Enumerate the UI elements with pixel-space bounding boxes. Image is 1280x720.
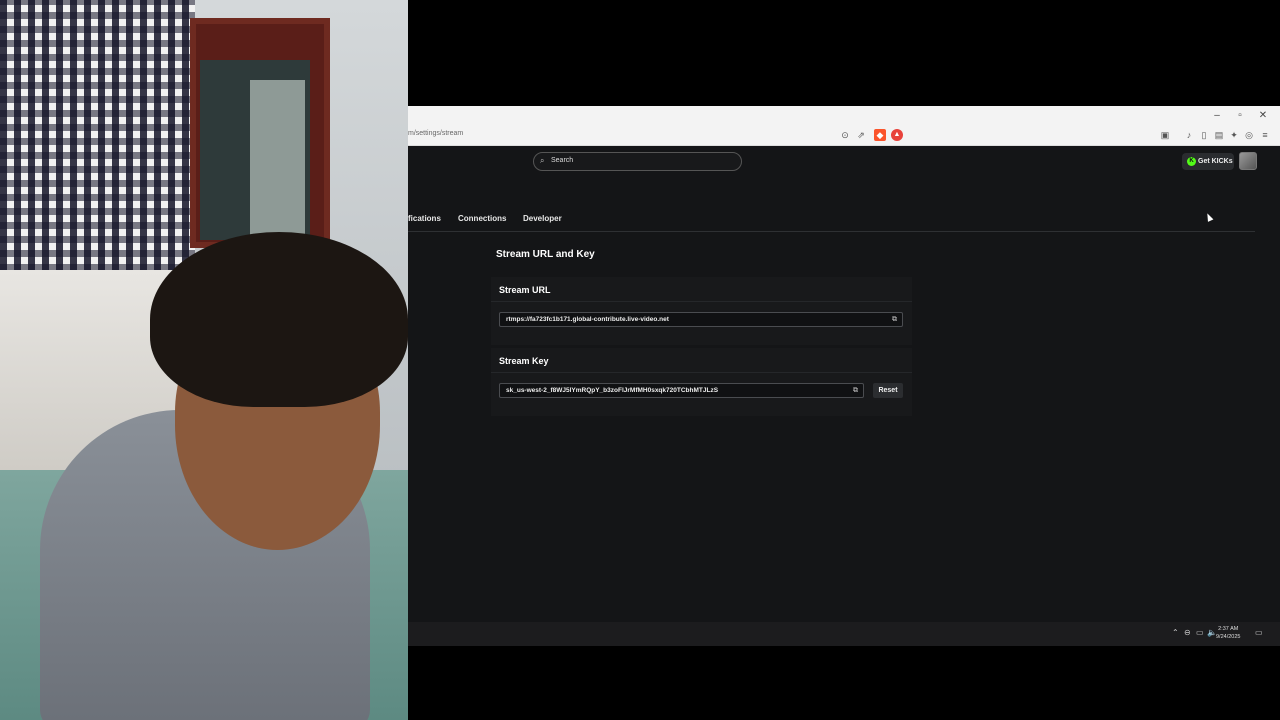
stream-key-value[interactable]: sk_us-west-2_f8WJ5lYmRQpY_b3zoFlJrMfMH0s…: [506, 387, 718, 394]
vpn-icon[interactable]: ◎: [1243, 129, 1255, 141]
minimize-button[interactable]: –: [1206, 106, 1228, 126]
tab-connections[interactable]: Connections: [458, 214, 506, 223]
webcam-window-pane: [250, 80, 305, 235]
notification-icon[interactable]: ▭: [1255, 628, 1263, 637]
settings-tabs: fications Connections Developer: [408, 211, 1255, 232]
music-icon[interactable]: ♪: [1183, 129, 1195, 141]
search-placeholder: Search: [551, 157, 574, 164]
kick-coin-icon: K: [1187, 157, 1196, 166]
webcam-curtain: [0, 0, 195, 285]
search-input[interactable]: ⌕ Search: [533, 152, 742, 171]
extension-icon[interactable]: ▣: [1159, 129, 1171, 141]
get-kicks-button[interactable]: K Get KICKs: [1182, 153, 1234, 170]
stream-key-header: Stream Key: [491, 348, 912, 373]
avatar[interactable]: [1239, 152, 1257, 170]
webcam-person-hair: [150, 232, 408, 407]
copy-icon[interactable]: ⧉: [853, 387, 858, 395]
clock-time: 2:37 AM: [1218, 626, 1239, 632]
url-text[interactable]: m/settings/stream: [408, 130, 463, 137]
restore-button[interactable]: ▫: [1229, 106, 1251, 126]
settings-page: ⌕ Search K Get KICKs fications Connectio…: [408, 146, 1280, 622]
stream-url-value[interactable]: rtmps://fa723fc1b171.global-contribute.l…: [506, 316, 669, 323]
display-icon[interactable]: ▭: [1196, 628, 1204, 637]
stream-key-heading: Stream Key: [499, 356, 549, 366]
webcam-overlay: [0, 0, 408, 720]
copy-icon[interactable]: ⧉: [892, 316, 897, 324]
rewards-icon[interactable]: ▲: [891, 129, 903, 141]
ai-icon[interactable]: ✦: [1228, 129, 1240, 141]
tab-developer[interactable]: Developer: [523, 214, 562, 223]
get-kicks-label: Get KICKs: [1198, 158, 1233, 165]
clock[interactable]: 2:37 AM 9/24/2025: [1216, 625, 1240, 641]
menu-icon[interactable]: ≡: [1259, 129, 1271, 141]
chevron-up-icon[interactable]: ⌃: [1172, 628, 1179, 637]
share-icon[interactable]: ⇗: [855, 129, 867, 141]
stream-url-header: Stream URL: [491, 277, 912, 302]
browser-titlebar: – ▫ ✕: [408, 106, 1280, 126]
sidebar-icon[interactable]: ▯: [1198, 129, 1210, 141]
close-button[interactable]: ✕: [1252, 106, 1274, 126]
wallet-icon[interactable]: ▤: [1213, 129, 1225, 141]
reset-button[interactable]: Reset: [873, 383, 903, 398]
stream-url-field[interactable]: rtmps://fa723fc1b171.global-contribute.l…: [499, 312, 903, 327]
brave-shield-icon[interactable]: ◆: [874, 129, 886, 141]
incognito-icon[interactable]: ⊙: [839, 129, 851, 141]
stream-key-field[interactable]: sk_us-west-2_f8WJ5lYmRQpY_b3zoFlJrMfMH0s…: [499, 383, 864, 398]
tab-notifications[interactable]: fications: [408, 214, 441, 223]
stream-url-heading: Stream URL: [499, 285, 551, 295]
network-status-icon[interactable]: ⊖: [1184, 628, 1191, 637]
page-title: Stream URL and Key: [496, 249, 595, 260]
clock-date: 9/24/2025: [1216, 634, 1241, 640]
address-bar[interactable]: m/settings/stream ⊙ ⇗ ◆ ▲ ▣ ♪ ▯ ▤ ✦ ◎ ≡: [408, 126, 1280, 146]
taskbar: ⌃ ⊖ ▭ 🔈 2:37 AM 9/24/2025 ▭: [408, 622, 1280, 646]
stream-key-card: Stream Key sk_us-west-2_f8WJ5lYmRQpY_b3z…: [491, 348, 912, 416]
stream-url-card: Stream URL rtmps://fa723fc1b171.global-c…: [491, 277, 912, 345]
search-icon: ⌕: [540, 156, 545, 165]
desktop: – ▫ ✕ m/settings/stream ⊙ ⇗ ◆ ▲ ▣ ♪ ▯ ▤ …: [408, 0, 1280, 720]
